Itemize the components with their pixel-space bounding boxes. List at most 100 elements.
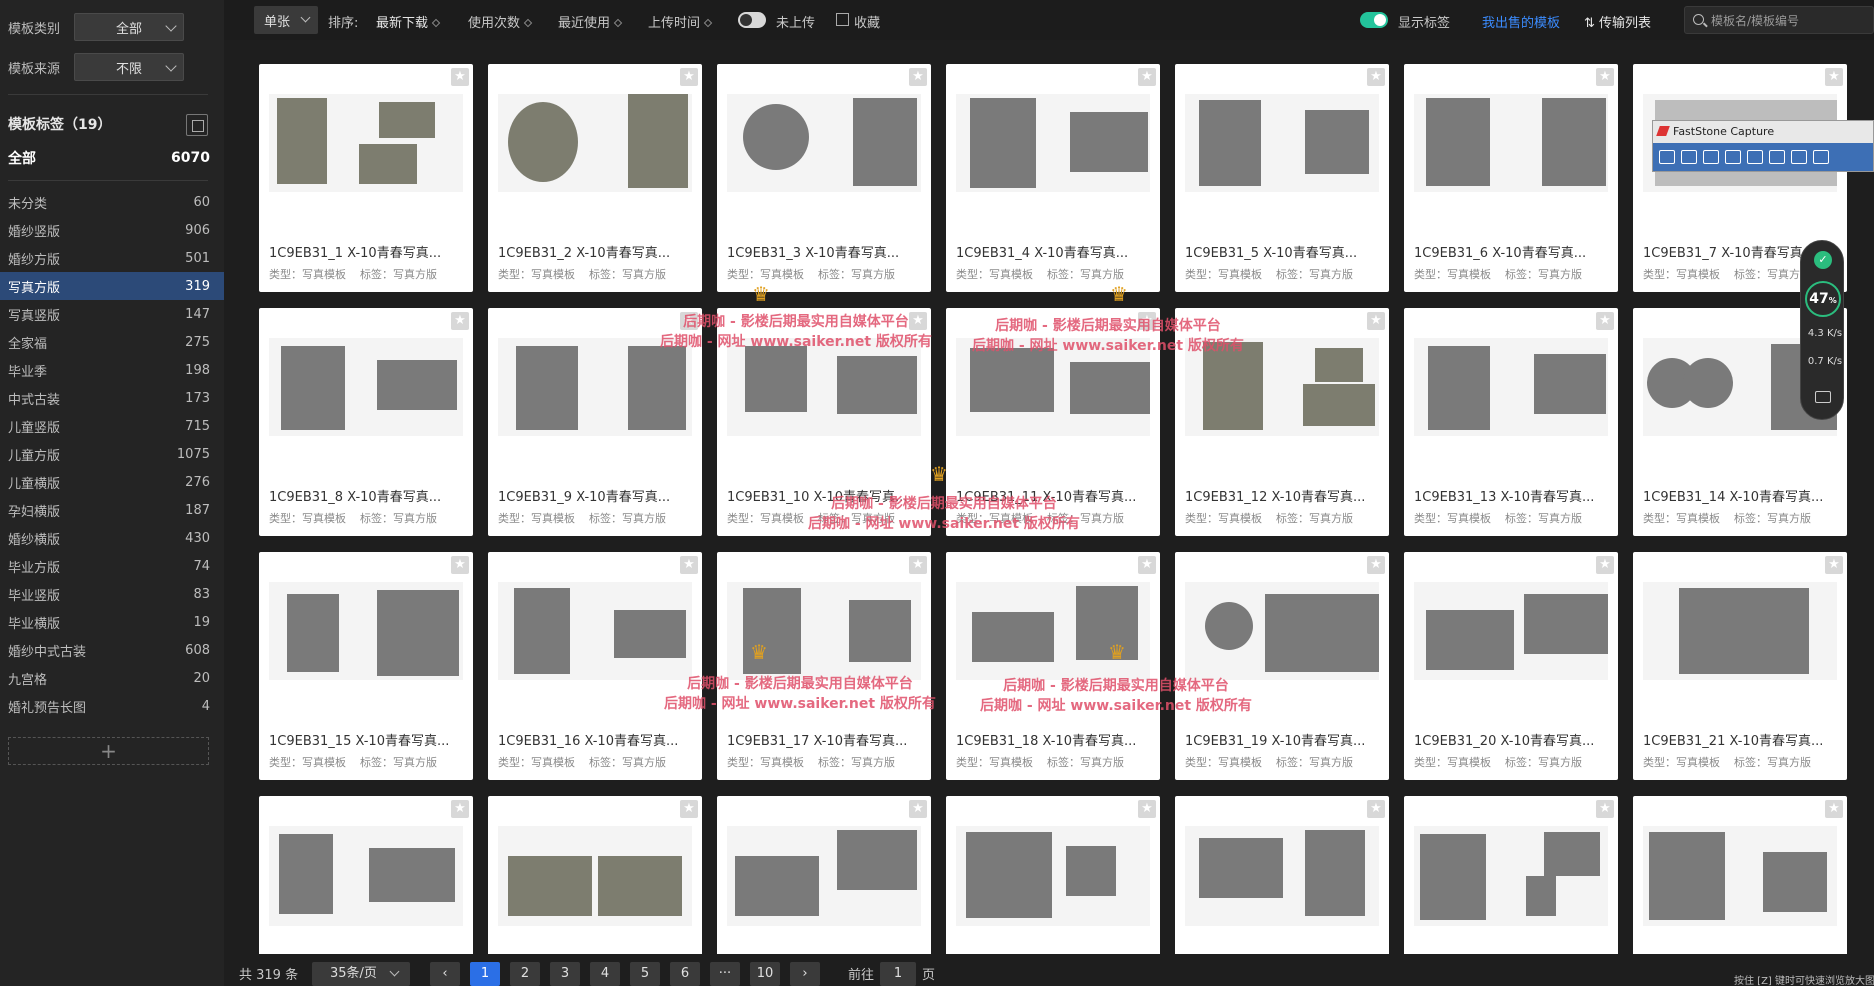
page-button[interactable]: 4 — [590, 962, 620, 986]
sidebar-tag-item[interactable]: 毕业季 198 — [0, 356, 224, 384]
star-icon[interactable]: ★ — [1138, 68, 1156, 86]
page-button[interactable]: 6 — [670, 962, 700, 986]
template-card[interactable]: ★ 1C9EB31_13 X-10青春写真... 类型：写真模板 标签：写真方版 — [1404, 308, 1618, 536]
star-icon[interactable]: ★ — [1825, 800, 1843, 818]
show-tags-toggle[interactable] — [1360, 12, 1388, 28]
template-card[interactable]: ★ — [488, 796, 702, 954]
sidebar-tag-item[interactable]: 婚纱方版 501 — [0, 244, 224, 272]
star-icon[interactable]: ★ — [680, 800, 698, 818]
favorite-checkbox[interactable] — [836, 13, 849, 26]
sidebar-tag-item[interactable]: 写真方版 319 — [0, 272, 224, 300]
sidebar-tag-item[interactable]: 毕业横版 19 — [0, 608, 224, 636]
page-button[interactable]: 3 — [550, 962, 580, 986]
star-icon[interactable]: ★ — [909, 800, 927, 818]
template-card[interactable]: ★ 1C9EB31_6 X-10青春写真... 类型：写真模板 标签：写真方版 — [1404, 64, 1618, 292]
template-card[interactable]: ★ — [946, 796, 1160, 954]
page-button[interactable]: 5 — [630, 962, 660, 986]
template-card[interactable]: ★ — [259, 796, 473, 954]
prev-page-button[interactable]: ‹ — [430, 962, 460, 986]
template-card[interactable]: ★ 1C9EB31_18 X-10青春写真... 类型：写真模板 标签：写真方版 — [946, 552, 1160, 780]
template-card[interactable]: ★ 1C9EB31_19 X-10青春写真... 类型：写真模板 标签：写真方版 — [1175, 552, 1389, 780]
template-card[interactable]: ★ — [1175, 796, 1389, 954]
sidebar-item-all[interactable]: 全部 6070 — [0, 144, 224, 172]
category-select[interactable]: 全部 — [74, 13, 184, 41]
next-page-button[interactable]: › — [790, 962, 820, 986]
open-icon[interactable] — [1659, 150, 1675, 164]
sidebar-tag-item[interactable]: 孕妇横版 187 — [0, 496, 224, 524]
template-card[interactable]: ★ 1C9EB31_5 X-10青春写真... 类型：写真模板 标签：写真方版 — [1175, 64, 1389, 292]
star-icon[interactable]: ★ — [1825, 68, 1843, 86]
transfer-list-button[interactable]: ⇅ 传输列表 — [1584, 12, 1651, 31]
star-icon[interactable]: ★ — [451, 312, 469, 330]
template-card[interactable]: ★ 1C9EB31_21 X-10青春写真... 类型：写真模板 标签：写真方版 — [1633, 552, 1847, 780]
sidebar-tag-item[interactable]: 全家福 275 — [0, 328, 224, 356]
star-icon[interactable]: ★ — [1367, 68, 1385, 86]
star-icon[interactable]: ★ — [451, 68, 469, 86]
star-icon[interactable]: ★ — [1138, 556, 1156, 574]
star-icon[interactable]: ★ — [451, 556, 469, 574]
star-icon[interactable]: ★ — [680, 68, 698, 86]
capture-scroll-icon[interactable] — [1769, 150, 1785, 164]
add-tag-button[interactable]: + — [8, 737, 209, 765]
template-card[interactable]: ★ 1C9EB31_15 X-10青春写真... 类型：写真模板 标签：写真方版 — [259, 552, 473, 780]
star-icon[interactable]: ★ — [680, 556, 698, 574]
sidebar-tag-item[interactable]: 儿童方版 1075 — [0, 440, 224, 468]
star-icon[interactable]: ★ — [1367, 556, 1385, 574]
capture-rect-icon[interactable] — [1703, 150, 1719, 164]
star-icon[interactable]: ★ — [1367, 312, 1385, 330]
page-button[interactable]: 1 — [470, 962, 500, 986]
sidebar-tag-item[interactable]: 儿童横版 276 — [0, 468, 224, 496]
goto-page-input[interactable]: 1 — [880, 962, 916, 986]
star-icon[interactable]: ★ — [1596, 68, 1614, 86]
template-card[interactable]: ★ 1C9EB31_8 X-10青春写真... 类型：写真模板 标签：写真方版 — [259, 308, 473, 536]
star-icon[interactable]: ★ — [909, 68, 927, 86]
star-icon[interactable]: ★ — [1596, 556, 1614, 574]
star-icon[interactable]: ★ — [451, 800, 469, 818]
page-button[interactable]: 10 — [750, 962, 780, 986]
source-select[interactable]: 不限 — [74, 53, 184, 81]
template-card[interactable]: ★ 1C9EB31_2 X-10青春写真... 类型：写真模板 标签：写真方版 — [488, 64, 702, 292]
sort-latest-download[interactable]: 最新下载 — [376, 12, 441, 31]
template-card[interactable]: ★ — [1404, 796, 1618, 954]
expand-icon[interactable] — [186, 114, 208, 136]
network-monitor-widget[interactable]: ✓ 47% 4.3 K/s 0.7 K/s — [1800, 240, 1844, 420]
template-card[interactable]: ★ 1C9EB31_1 X-10青春写真... 类型：写真模板 标签：写真方版 — [259, 64, 473, 292]
capture-window-icon[interactable] — [1681, 150, 1697, 164]
record-icon[interactable] — [1791, 150, 1807, 164]
search-input[interactable]: 模板名/模板编号 — [1684, 6, 1874, 34]
page-size-select[interactable]: 35条/页 — [312, 962, 410, 986]
sidebar-tag-item[interactable]: 儿童竖版 715 — [0, 412, 224, 440]
star-icon[interactable]: ★ — [1596, 312, 1614, 330]
mode-select[interactable]: 单张 — [254, 6, 318, 34]
timer-icon[interactable] — [1813, 150, 1829, 164]
capture-fullscreen-icon[interactable] — [1747, 150, 1763, 164]
star-icon[interactable]: ★ — [909, 556, 927, 574]
sidebar-tag-item[interactable]: 婚礼预告长图 4 — [0, 692, 224, 720]
star-icon[interactable]: ★ — [1825, 556, 1843, 574]
sidebar-tag-item[interactable]: 婚纱竖版 906 — [0, 216, 224, 244]
star-icon[interactable]: ★ — [1596, 800, 1614, 818]
sidebar-tag-item[interactable]: 九宫格 20 — [0, 664, 224, 692]
sort-upload-time[interactable]: 上传时间 — [648, 12, 713, 31]
camera-icon[interactable] — [1815, 391, 1831, 403]
star-icon[interactable]: ★ — [1367, 800, 1385, 818]
star-icon[interactable]: ★ — [1138, 800, 1156, 818]
page-button[interactable]: ··· — [710, 962, 740, 986]
template-card[interactable]: ★ 1C9EB31_16 X-10青春写真... 类型：写真模板 标签：写真方版 — [488, 552, 702, 780]
template-card[interactable]: ★ 1C9EB31_4 X-10青春写真... 类型：写真模板 标签：写真方版 — [946, 64, 1160, 292]
sidebar-tag-item[interactable]: 毕业方版 74 — [0, 552, 224, 580]
template-card[interactable]: ★ 1C9EB31_3 X-10青春写真... 类型：写真模板 标签：写真方版 — [717, 64, 931, 292]
sidebar-tag-item[interactable]: 未分类 60 — [0, 188, 224, 216]
sidebar-tag-item[interactable]: 中式古装 173 — [0, 384, 224, 412]
not-uploaded-toggle[interactable] — [738, 12, 766, 28]
capture-freehand-icon[interactable] — [1725, 150, 1741, 164]
my-sold-templates-link[interactable]: 我出售的模板 — [1482, 12, 1560, 31]
template-card[interactable]: ★ — [717, 796, 931, 954]
sort-recent-use[interactable]: 最近使用 — [558, 12, 623, 31]
sidebar-tag-item[interactable]: 写真竖版 147 — [0, 300, 224, 328]
template-card[interactable]: ★ 1C9EB31_17 X-10青春写真... 类型：写真模板 标签：写真方版 — [717, 552, 931, 780]
template-card[interactable]: ★ 1C9EB31_20 X-10青春写真... 类型：写真模板 标签：写真方版 — [1404, 552, 1618, 780]
sidebar-tag-item[interactable]: 婚纱横版 430 — [0, 524, 224, 552]
template-card[interactable]: ★ — [1633, 796, 1847, 954]
faststone-capture-toolbar[interactable]: FastStone Capture — [1652, 120, 1874, 172]
